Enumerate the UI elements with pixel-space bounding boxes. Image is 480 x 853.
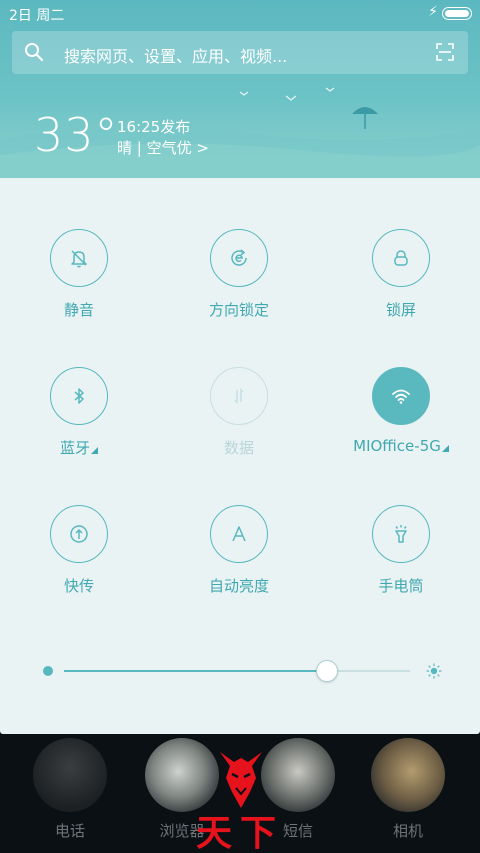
- overlay-text: 天下: [196, 812, 285, 853]
- brightness-fill: [64, 670, 327, 672]
- toggle-silent-circle[interactable]: [50, 229, 108, 287]
- toggle-silent[interactable]: 静音: [19, 229, 139, 320]
- weather-time[interactable]: 16:25发布: [117, 116, 190, 137]
- notification-header: 2日 周二 ⚡ 搜索网页、设置、应用、视频... 33° 16:25发布 晴 |…: [0, 0, 480, 178]
- browser-app-icon[interactable]: [145, 738, 219, 812]
- app-camera[interactable]: 相机: [358, 738, 458, 841]
- toggle-bluetooth-text: 蓝牙: [59, 439, 90, 457]
- toggle-wifi[interactable]: MIOffice-5G: [341, 367, 461, 455]
- phone-app-icon[interactable]: [33, 738, 107, 812]
- toggle-wifi-label: MIOffice-5G: [341, 437, 461, 455]
- flashlight-icon: [395, 525, 407, 543]
- home-dock: 电话 浏览器 短信 相机 天下: [0, 734, 480, 853]
- toggle-auto-brightness[interactable]: 自动亮度: [179, 505, 299, 596]
- toggle-flashlight-circle[interactable]: [372, 505, 430, 563]
- weather-description[interactable]: 晴 | 空气优 >: [117, 137, 209, 158]
- toggle-quick-transfer[interactable]: 快传: [19, 505, 139, 596]
- search-placeholder[interactable]: 搜索网页、设置、应用、视频...: [64, 43, 287, 67]
- toggle-rotation-lock[interactable]: 方向锁定: [179, 229, 299, 320]
- toggle-mobile-data[interactable]: 数据: [179, 367, 299, 458]
- toggle-lock-screen-circle[interactable]: [372, 229, 430, 287]
- expand-triangle-icon[interactable]: [441, 445, 449, 452]
- brightness-slider[interactable]: [42, 658, 442, 684]
- scan-icon[interactable]: [436, 43, 454, 61]
- app-phone-label: 电话: [54, 822, 85, 840]
- transfer-icon: [70, 525, 88, 543]
- toggle-flashlight-label: 手电筒: [378, 577, 424, 595]
- temperature[interactable]: 33°: [34, 108, 119, 162]
- toggle-wifi-text: MIOffice-5G: [353, 437, 441, 455]
- toggle-lock-screen-label: 锁屏: [385, 301, 416, 319]
- auto-brightness-icon: [232, 526, 246, 542]
- camera-app-icon[interactable]: [371, 738, 445, 812]
- toggle-bluetooth-label: 蓝牙: [19, 437, 139, 458]
- toggle-flashlight[interactable]: 手电筒: [341, 505, 461, 596]
- search-bar[interactable]: 搜索网页、设置、应用、视频...: [12, 31, 468, 74]
- toggle-wifi-circle[interactable]: [372, 367, 430, 425]
- toggle-mobile-data-label: 数据: [223, 439, 254, 457]
- toggle-rotation-lock-label: 方向锁定: [208, 301, 269, 319]
- bluetooth-icon: [74, 388, 84, 404]
- bolt-icon: ⚡: [428, 4, 438, 20]
- data-icon: [234, 388, 244, 404]
- expand-triangle-icon[interactable]: [91, 447, 98, 454]
- search-icon: [25, 43, 44, 62]
- app-phone[interactable]: 电话: [20, 738, 120, 841]
- umbrella-icon: [352, 107, 378, 129]
- status-date: 2日 周二: [9, 8, 65, 24]
- toggle-mobile-data-circle[interactable]: [210, 367, 268, 425]
- toggle-bluetooth-circle[interactable]: [50, 367, 108, 425]
- toggle-auto-brightness-circle[interactable]: [210, 505, 268, 563]
- status-bar: 2日 周二 ⚡: [0, 0, 480, 28]
- birds-icon: [239, 87, 335, 101]
- rotation-lock-icon: [231, 249, 247, 266]
- toggle-quick-transfer-label: 快传: [63, 577, 94, 595]
- messages-app-icon[interactable]: [261, 738, 335, 812]
- wolf-logo-icon: [220, 752, 262, 808]
- brightness-min-icon: [43, 666, 53, 676]
- toggle-rotation-lock-circle[interactable]: [210, 229, 268, 287]
- lock-icon: [394, 250, 408, 266]
- app-camera-label: 相机: [392, 822, 423, 840]
- battery-icon: [442, 7, 472, 20]
- toggle-quick-transfer-circle[interactable]: [50, 505, 108, 563]
- toggle-auto-brightness-label: 自动亮度: [208, 577, 269, 595]
- toggle-silent-label: 静音: [63, 301, 94, 319]
- toggle-lock-screen[interactable]: 锁屏: [341, 229, 461, 320]
- brightness-thumb[interactable]: [315, 660, 338, 682]
- toggle-bluetooth[interactable]: 蓝牙: [19, 367, 139, 458]
- bell-off-icon: [71, 250, 87, 268]
- wifi-icon: [392, 389, 410, 404]
- quick-settings-panel: 静音 方向锁定 锁屏 蓝牙 数据 MIOffice-5G 快传 自动亮度 手电筒: [0, 178, 480, 734]
- sun-icon: [426, 663, 442, 679]
